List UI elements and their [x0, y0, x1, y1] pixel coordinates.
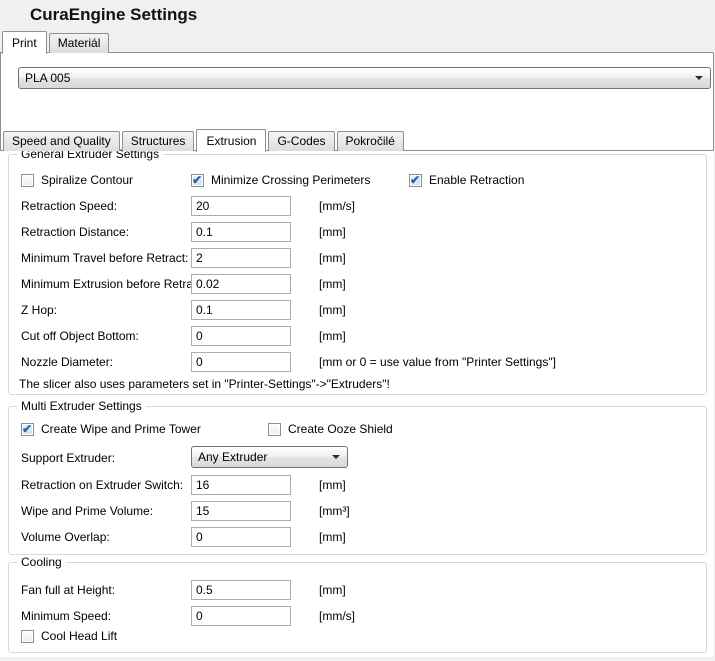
field-unit: [mm/s] — [319, 609, 355, 623]
support-extruder-select[interactable]: Any Extruder — [191, 446, 348, 468]
checkbox-label: Cool Head Lift — [41, 629, 117, 643]
extruders-note: The slicer also uses parameters set in "… — [19, 377, 390, 391]
tab-print[interactable]: Print — [2, 31, 47, 54]
retraction-on-extruder-switch-input[interactable] — [191, 475, 291, 495]
field-label: Z Hop: — [21, 303, 57, 317]
field-unit: [mm] — [319, 530, 346, 544]
profile-select[interactable]: PLA 005 — [18, 67, 711, 89]
spiralize-contour-checkbox[interactable]: Spiralize Contour — [21, 173, 133, 187]
minimum-extrusion-before-retract-input[interactable] — [191, 274, 291, 294]
field-label: Volume Overlap: — [21, 530, 110, 544]
minimize-crossing-perimeters-checkbox[interactable]: Minimize Crossing Perimeters — [191, 173, 370, 187]
checkbox-label: Minimize Crossing Perimeters — [211, 173, 370, 187]
field-label: Support Extruder: — [21, 451, 115, 465]
checkbox-label: Spiralize Contour — [41, 173, 133, 187]
chevron-down-icon — [695, 76, 703, 80]
field-unit: [mm or 0 = use value from "Printer Setti… — [319, 355, 556, 369]
profile-select-value: PLA 005 — [25, 71, 70, 85]
checkbox-icon — [21, 630, 34, 643]
field-label: Cut off Object Bottom: — [21, 329, 139, 343]
settings-tab-strip: Speed and Quality Structures Extrusion G… — [3, 129, 406, 151]
checkbox-label: Create Ooze Shield — [288, 422, 393, 436]
minimum-speed-input[interactable] — [191, 606, 291, 626]
create-ooze-shield-checkbox[interactable]: Create Ooze Shield — [268, 422, 393, 436]
z-hop-input[interactable] — [191, 300, 291, 320]
field-label: Wipe and Prime Volume: — [21, 504, 153, 518]
minimum-travel-before-retract-input[interactable] — [191, 248, 291, 268]
chevron-down-icon — [332, 455, 340, 459]
cool-head-lift-checkbox[interactable]: Cool Head Lift — [21, 629, 117, 643]
checkbox-icon — [21, 423, 34, 436]
group-general-extruder-settings: General Extruder Settings Spiralize Cont… — [8, 154, 707, 395]
group-title: Cooling — [17, 555, 66, 569]
cura-engine-settings-window: CuraEngine Settings Print Materiál PLA 0… — [0, 0, 715, 661]
checkbox-icon — [21, 174, 34, 187]
support-extruder-value: Any Extruder — [198, 450, 267, 464]
checkbox-icon — [191, 174, 204, 187]
checkbox-label: Enable Retraction — [429, 173, 524, 187]
fan-full-at-height-input[interactable] — [191, 580, 291, 600]
field-label: Retraction Speed: — [21, 199, 117, 213]
nozzle-diameter-input[interactable] — [191, 352, 291, 372]
checkbox-icon — [409, 174, 422, 187]
tab-structures[interactable]: Structures — [122, 131, 195, 151]
checkbox-icon — [268, 423, 281, 436]
field-unit: [mm] — [319, 251, 346, 265]
field-unit: [mm] — [319, 478, 346, 492]
tab-pokrocile[interactable]: Pokročilé — [337, 131, 404, 151]
volume-overlap-input[interactable] — [191, 527, 291, 547]
field-label: Retraction on Extruder Switch: — [21, 478, 183, 492]
wipe-and-prime-volume-input[interactable] — [191, 501, 291, 521]
tab-speed-and-quality[interactable]: Speed and Quality — [3, 131, 120, 151]
field-label: Nozzle Diameter: — [21, 355, 113, 369]
field-unit: [mm] — [319, 303, 346, 317]
create-wipe-and-prime-tower-checkbox[interactable]: Create Wipe and Prime Tower — [21, 422, 201, 436]
checkbox-label: Create Wipe and Prime Tower — [41, 422, 201, 436]
enable-retraction-checkbox[interactable]: Enable Retraction — [409, 173, 524, 187]
field-label: Minimum Travel before Retract: — [21, 251, 188, 265]
field-unit: [mm³] — [319, 504, 350, 518]
field-unit: [mm] — [319, 225, 346, 239]
window-title: CuraEngine Settings — [30, 5, 197, 25]
field-label: Fan full at Height: — [21, 583, 115, 597]
group-cooling: Cooling Fan full at Height: [mm] Minimum… — [8, 562, 707, 653]
field-label: Minimum Extrusion before Retract: — [21, 277, 206, 291]
field-label: Minimum Speed: — [21, 609, 111, 623]
main-tab-strip: Print Materiál — [2, 32, 111, 53]
field-unit: [mm/s] — [319, 199, 355, 213]
cut-off-object-bottom-input[interactable] — [191, 326, 291, 346]
retraction-speed-input[interactable] — [191, 196, 291, 216]
group-multi-extruder-settings: Multi Extruder Settings Create Wipe and … — [8, 406, 707, 555]
group-title: Multi Extruder Settings — [17, 399, 146, 413]
field-label: Retraction Distance: — [21, 225, 129, 239]
field-unit: [mm] — [319, 277, 346, 291]
tab-g-codes[interactable]: G-Codes — [268, 131, 334, 151]
tab-material[interactable]: Materiál — [49, 33, 110, 53]
tab-extrusion[interactable]: Extrusion — [196, 129, 266, 152]
field-unit: [mm] — [319, 329, 346, 343]
retraction-distance-input[interactable] — [191, 222, 291, 242]
field-unit: [mm] — [319, 583, 346, 597]
